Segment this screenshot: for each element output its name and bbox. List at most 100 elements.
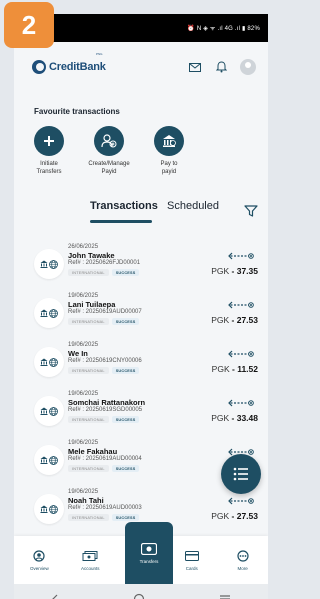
card-icon — [184, 549, 199, 563]
logo-mark-icon — [32, 60, 46, 74]
transaction-name: Noah Tahi — [68, 496, 104, 505]
quick-label-line1: Pay to — [160, 161, 178, 167]
outgoing-arrow-icon — [226, 345, 254, 363]
status-badge: SUCCESS — [111, 318, 140, 325]
avatar[interactable] — [240, 59, 256, 75]
transaction-ref: Ref# : 20250626FJD00001 — [68, 260, 141, 266]
more-icon — [236, 549, 249, 563]
favourite-transactions-title: Favourite transactions — [34, 107, 120, 116]
transaction-date: 19/06/2025 — [68, 342, 99, 348]
transaction-amount: PGK - 27.53 — [211, 315, 258, 325]
nav-accounts[interactable]: Accounts — [65, 536, 116, 584]
nav-cards[interactable]: Cards — [166, 536, 217, 584]
transaction-row[interactable]: 19/06/2025 Lani Tuilaepa Ref# : 20250619… — [14, 287, 268, 336]
transaction-amount: PGK - 27.53 — [211, 511, 258, 521]
amount-value: - 37.35 — [231, 266, 258, 276]
nav-label-overview: Overview — [30, 566, 49, 571]
quick-label-line2: Transfers — [36, 169, 62, 175]
status-badge: SUCCESS — [111, 269, 140, 276]
transaction-ref: Ref# : 20250619AUD00004 — [68, 456, 142, 462]
currency-code: PGK — [211, 315, 230, 325]
currency-code: PGK — [211, 364, 230, 374]
type-badge: INTERNATIONAL — [68, 269, 109, 276]
transaction-ref: Ref# : 20250619CNY00006 — [68, 358, 142, 364]
system-navigation-bar — [14, 584, 268, 599]
back-icon[interactable] — [51, 594, 59, 599]
brand-sub: PNG — [96, 52, 103, 56]
type-badge: INTERNATIONAL — [68, 514, 109, 521]
mail-icon[interactable] — [188, 60, 202, 74]
amount-value: - 33.48 — [231, 413, 258, 423]
bank-globe-icon — [34, 396, 64, 426]
tab-transactions[interactable]: Transactions — [90, 200, 158, 212]
transaction-name: Mele Fakahau — [68, 447, 118, 456]
bank-globe-icon — [34, 249, 64, 279]
transaction-amount: PGK - 37.35 — [211, 266, 258, 276]
step-number-badge: 2 — [4, 2, 54, 48]
transaction-date: 19/06/2025 — [68, 440, 99, 446]
transaction-amount: PGK - 11.52 — [212, 364, 258, 374]
brand-name: CreditBank — [49, 61, 106, 73]
type-badge: INTERNATIONAL — [68, 367, 109, 374]
transaction-date: 19/06/2025 — [68, 293, 99, 299]
transaction-date: 19/06/2025 — [68, 391, 99, 397]
transaction-ref: Ref# : 20250619AUD00003 — [68, 505, 142, 511]
nav-label-more: More — [237, 566, 248, 571]
amount-value: - 11.52 — [232, 364, 258, 374]
transaction-name: Lani Tuilaepa — [68, 300, 116, 309]
notification-bell-icon[interactable] — [214, 60, 228, 74]
quick-label-line1: Create/Manage — [88, 161, 130, 167]
transaction-row[interactable]: 19/06/2025 Somchai Rattanakorn Ref# : 20… — [14, 385, 268, 434]
creditbank-logo: CreditBank — [32, 60, 106, 74]
quick-label-line2: payid — [161, 169, 177, 175]
quick-label-line1: Initiate — [40, 161, 58, 167]
outgoing-arrow-icon — [226, 296, 254, 314]
transaction-tabs: Transactions Scheduled — [14, 200, 268, 224]
list-icon — [233, 467, 248, 481]
type-badge: INTERNATIONAL — [68, 416, 109, 423]
bank-globe-icon — [34, 347, 64, 377]
status-badge: SUCCESS — [111, 416, 140, 423]
currency-code: PGK — [211, 511, 230, 521]
transaction-name: We In — [68, 349, 88, 358]
pay-to-payid-button[interactable]: Pay to payid — [134, 126, 204, 176]
transaction-name: John Tawake — [68, 251, 115, 260]
status-badge: SUCCESS — [111, 465, 140, 472]
outgoing-arrow-icon — [226, 247, 254, 265]
nav-label-cards: Cards — [185, 566, 198, 571]
accounts-icon — [82, 549, 98, 563]
type-badge: INTERNATIONAL — [68, 318, 109, 325]
nav-label-accounts: Accounts — [80, 566, 100, 571]
add-user-icon — [94, 126, 124, 156]
bank-icon — [154, 126, 184, 156]
recents-icon[interactable] — [219, 594, 231, 599]
bank-globe-icon — [34, 494, 64, 524]
nav-transfers[interactable]: Transfers — [125, 522, 173, 584]
transfers-icon — [140, 542, 158, 556]
transaction-date: 26/06/2025 — [68, 244, 99, 250]
app-header: CreditBank — [14, 42, 268, 92]
overview-icon — [33, 549, 45, 563]
status-badge: SUCCESS — [111, 514, 140, 521]
nav-overview[interactable]: Overview — [14, 536, 65, 584]
active-tab-indicator — [90, 220, 152, 223]
transaction-ref: Ref# : 20250619SGD00005 — [68, 407, 143, 413]
plus-icon — [34, 126, 64, 156]
transaction-row[interactable]: 19/06/2025 We In Ref# : 20250619CNY00006… — [14, 336, 268, 385]
type-badge: INTERNATIONAL — [68, 465, 109, 472]
currency-code: PGK — [211, 413, 230, 423]
home-icon[interactable] — [133, 593, 145, 599]
currency-code: PGK — [211, 266, 230, 276]
menu-fab-button[interactable] — [221, 454, 261, 494]
nav-more[interactable]: More — [217, 536, 268, 584]
transaction-row[interactable]: 26/06/2025 John Tawake Ref# : 20250626FJ… — [14, 238, 268, 287]
transaction-date: 19/06/2025 — [68, 489, 99, 495]
amount-value: - 27.53 — [231, 511, 258, 521]
transaction-amount: PGK - 33.48 — [211, 413, 258, 423]
outgoing-arrow-icon — [226, 394, 254, 412]
tab-scheduled[interactable]: Scheduled — [167, 200, 219, 212]
quick-label-line2: Payid — [101, 169, 117, 175]
bank-globe-icon — [34, 445, 64, 475]
filter-icon[interactable] — [244, 204, 258, 222]
nav-label-transfers: Transfers — [139, 558, 159, 564]
